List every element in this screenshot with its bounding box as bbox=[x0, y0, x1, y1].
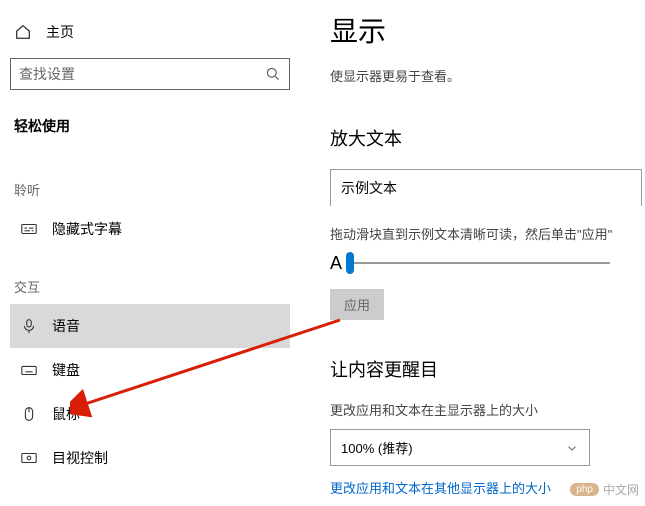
sidebar-item-label: 键盘 bbox=[52, 360, 80, 380]
scale-label: 更改应用和文本在主显示器上的大小 bbox=[330, 400, 645, 419]
text-size-slider-row: A bbox=[330, 251, 645, 275]
mouse-icon bbox=[20, 405, 38, 423]
home-icon bbox=[14, 23, 32, 41]
slider-letter-small: A bbox=[330, 253, 342, 274]
slider-track-line bbox=[350, 262, 610, 264]
watermark-text: 中文网 bbox=[603, 481, 639, 498]
captions-icon bbox=[20, 220, 38, 238]
keyboard-icon bbox=[20, 361, 38, 379]
page-title: 显示 bbox=[330, 10, 645, 50]
chevron-down-icon bbox=[565, 441, 579, 455]
scale-select[interactable]: 100% (推荐) bbox=[330, 429, 590, 466]
search-icon bbox=[265, 66, 281, 82]
search-box[interactable] bbox=[10, 58, 290, 90]
eye-control-icon bbox=[20, 449, 38, 467]
sample-text-box: 示例文本 bbox=[330, 169, 642, 206]
sidebar-item-label: 语音 bbox=[52, 316, 80, 336]
sidebar-item-eye-control[interactable]: 目视控制 bbox=[10, 436, 290, 480]
group-hearing-label: 聆听 bbox=[10, 154, 290, 207]
slider-hint: 拖动滑块直到示例文本清晰可读，然后单击"应用" bbox=[330, 224, 645, 243]
enlarge-text-heading: 放大文本 bbox=[330, 125, 645, 151]
watermark-badge: php bbox=[570, 483, 599, 496]
group-interaction-label: 交互 bbox=[10, 251, 290, 304]
slider-thumb[interactable] bbox=[346, 252, 354, 274]
search-input[interactable] bbox=[19, 66, 265, 82]
scale-select-value: 100% (推荐) bbox=[341, 438, 413, 457]
page-description: 使显示器更易于查看。 bbox=[330, 66, 645, 85]
apply-button[interactable]: 应用 bbox=[330, 289, 384, 320]
sidebar-item-label: 目视控制 bbox=[52, 448, 108, 468]
text-size-slider[interactable] bbox=[350, 251, 610, 275]
section-title: 轻松使用 bbox=[10, 110, 290, 154]
sidebar-item-keyboard[interactable]: 键盘 bbox=[10, 348, 290, 392]
sidebar-item-captions[interactable]: 隐藏式字幕 bbox=[10, 207, 290, 251]
microphone-icon bbox=[20, 317, 38, 335]
watermark: php 中文网 bbox=[570, 481, 639, 498]
home-label: 主页 bbox=[46, 22, 74, 42]
content-heading: 让内容更醒目 bbox=[330, 356, 645, 382]
sidebar-item-mouse[interactable]: 鼠标 bbox=[10, 392, 290, 436]
sidebar-item-speech[interactable]: 语音 bbox=[10, 304, 290, 348]
home-link[interactable]: 主页 bbox=[10, 18, 290, 58]
sidebar-item-label: 隐藏式字幕 bbox=[52, 219, 122, 239]
sidebar-item-label: 鼠标 bbox=[52, 404, 80, 424]
